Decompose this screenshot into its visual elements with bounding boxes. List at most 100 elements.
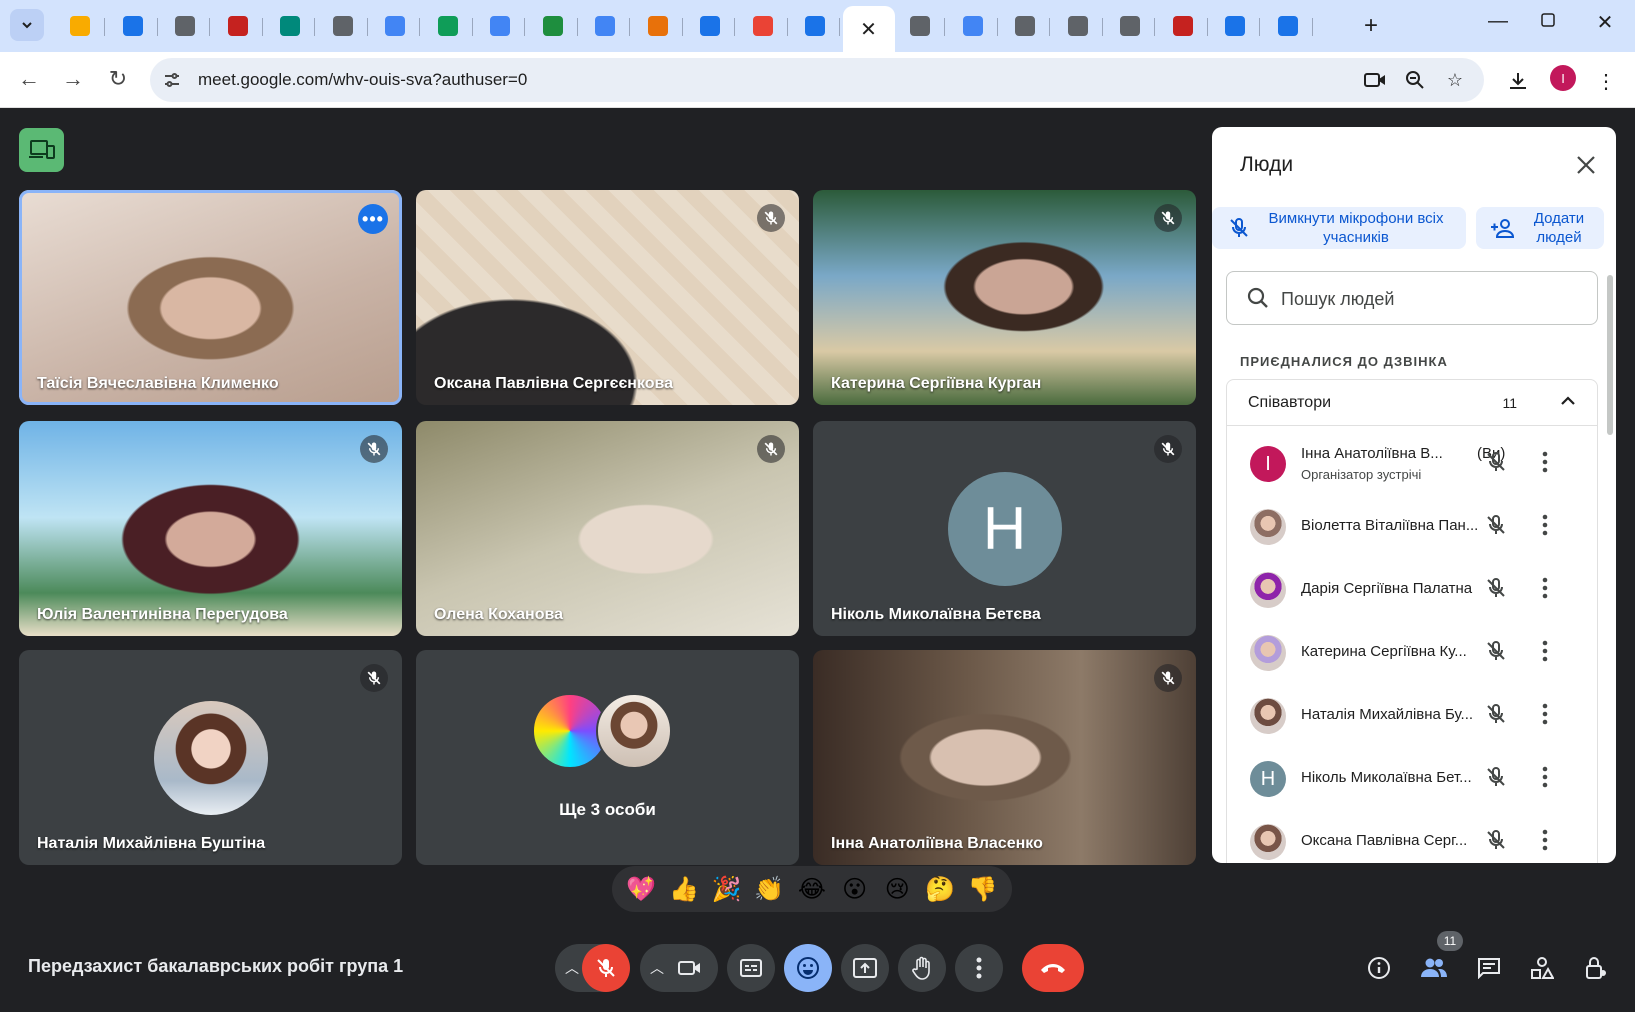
activities-button[interactable] [1526,952,1558,984]
reaction-button[interactable]: 👏 [750,870,788,908]
browser-tab[interactable] [1053,6,1103,46]
captions-button[interactable] [727,944,775,992]
browser-tab[interactable] [160,6,210,46]
browser-tab[interactable] [895,6,945,46]
video-settings-button[interactable]: ︿ [640,944,718,992]
browser-tab[interactable] [475,6,525,46]
participant-tile[interactable]: Катерина Сергіївна Курган [813,190,1196,405]
reaction-button[interactable]: 😮 [836,870,874,908]
more-vert-icon[interactable] [1542,766,1548,793]
participant-tile[interactable]: Н Ніколь Миколаївна Бетєва [813,421,1196,636]
mic-off-icon[interactable] [1485,640,1507,667]
chat-button[interactable] [1473,952,1505,984]
group-header[interactable]: Співавтори 11 [1227,380,1597,426]
participant-tile[interactable]: Наталія Михайлівна Буштіна [19,650,402,865]
reload-button[interactable]: ↻ [103,66,133,92]
forward-button[interactable]: → [58,66,88,92]
new-tab-button[interactable]: + [1364,12,1378,40]
participant-tile[interactable]: Інна Анатоліївна Власенко [813,650,1196,865]
browser-tab[interactable] [1105,6,1155,46]
leave-call-button[interactable] [1022,944,1084,992]
people-search[interactable] [1226,271,1598,325]
maximize-button[interactable] [1528,10,1568,33]
browser-tab[interactable] [370,6,420,46]
participant-row[interactable]: Катерина Сергіївна Ку... [1227,621,1597,684]
meeting-details-button[interactable] [1363,952,1395,984]
browser-tab[interactable] [633,6,683,46]
browser-tab[interactable] [1000,6,1050,46]
browser-tab[interactable] [1263,6,1313,46]
camera-in-use-icon[interactable] [1363,68,1387,92]
reaction-button[interactable]: 👎 [964,870,1002,908]
mic-off-icon[interactable] [1485,766,1507,793]
browser-tab[interactable] [948,6,998,46]
browser-tab[interactable] [423,6,473,46]
mic-toggle-button[interactable] [582,944,630,992]
more-vert-icon[interactable] [1542,703,1548,730]
reaction-button[interactable]: 🎉 [708,870,746,908]
browser-tab[interactable] [213,6,263,46]
site-info-icon[interactable] [162,70,182,90]
profile-avatar[interactable]: I [1550,65,1576,91]
reaction-button[interactable]: 👍 [665,870,703,908]
participant-row[interactable]: I Інна Анатоліївна В... (Ви) Організатор зу… [1227,432,1597,495]
present-screen-button[interactable] [841,944,889,992]
more-vert-icon[interactable] [1542,640,1548,667]
participant-row[interactable]: Віолетта Віталіївна Пан... [1227,495,1597,558]
address-bar[interactable]: meet.google.com/whv-ouis-sva?authuser=0 … [150,58,1484,102]
participant-row[interactable]: Н Ніколь Миколаївна Бет... [1227,747,1597,810]
browser-tab[interactable] [265,6,315,46]
more-options-button[interactable] [955,944,1003,992]
participant-tile[interactable]: Оксана Павлівна Сергєєнкова [416,190,799,405]
browser-tab[interactable] [685,6,735,46]
emoji-reactions-button[interactable] [784,944,832,992]
participant-tile[interactable]: ••• Таїсія Вячеславівна Клименко [19,190,402,405]
add-people-button[interactable]: Додати людей [1476,207,1604,249]
participant-tile[interactable]: Юлія Валентинівна Перегудова [19,421,402,636]
mic-off-icon[interactable] [1485,703,1507,730]
participant-row[interactable]: Оксана Павлівна Серг... [1227,810,1597,863]
zoom-icon[interactable] [1403,68,1427,92]
reaction-button[interactable]: 😢 [878,870,916,908]
participant-row[interactable]: Дарія Сергіївна Палатна [1227,558,1597,621]
raise-hand-button[interactable] [898,944,946,992]
browser-tab[interactable] [108,6,158,46]
browser-tab[interactable] [580,6,630,46]
reaction-button[interactable]: 🤔 [921,870,959,908]
mute-all-button[interactable]: Вимкнути мікрофони всіх учасників [1212,207,1466,249]
more-vert-icon[interactable] [1542,577,1548,604]
browser-tab[interactable] [55,6,105,46]
close-panel-button[interactable] [1576,151,1596,182]
participant-tile[interactable]: Олена Коханова [416,421,799,636]
more-vert-icon[interactable] [1542,829,1548,856]
more-vert-icon[interactable] [1542,451,1548,478]
browser-tab[interactable] [528,6,578,46]
collapse-group-button[interactable] [1559,392,1577,415]
reaction-button[interactable]: 💖 [622,870,660,908]
browser-menu-icon[interactable]: ⋮ [1593,68,1619,94]
panel-scrollbar[interactable] [1607,275,1613,435]
tile-options-button[interactable]: ••• [358,204,388,234]
browser-tab[interactable] [738,6,788,46]
host-controls-button[interactable] [1580,952,1612,984]
bookmark-star-icon[interactable]: ☆ [1443,68,1467,92]
mic-off-icon[interactable] [1485,829,1507,856]
browser-tab[interactable]: ✕ [842,6,895,52]
reaction-button[interactable]: 😂 [793,870,831,908]
more-vert-icon[interactable] [1542,514,1548,541]
browser-tab[interactable] [1210,6,1260,46]
browser-tab[interactable] [1158,6,1208,46]
close-tab-icon[interactable]: ✕ [860,17,877,42]
mic-off-icon[interactable] [1485,451,1507,478]
more-participants-tile[interactable]: Ще 3 особи [416,650,799,865]
tab-search-button[interactable] [10,9,44,41]
browser-tab[interactable] [318,6,368,46]
mic-off-icon[interactable] [1485,577,1507,604]
participant-row[interactable]: Наталія Михайлівна Бу... [1227,684,1597,747]
mic-off-icon[interactable] [1485,514,1507,541]
people-button[interactable] [1418,952,1450,984]
back-button[interactable]: ← [14,66,44,92]
companion-mode-button[interactable] [19,128,64,172]
search-input[interactable] [1281,286,1581,312]
browser-tab[interactable] [790,6,840,46]
